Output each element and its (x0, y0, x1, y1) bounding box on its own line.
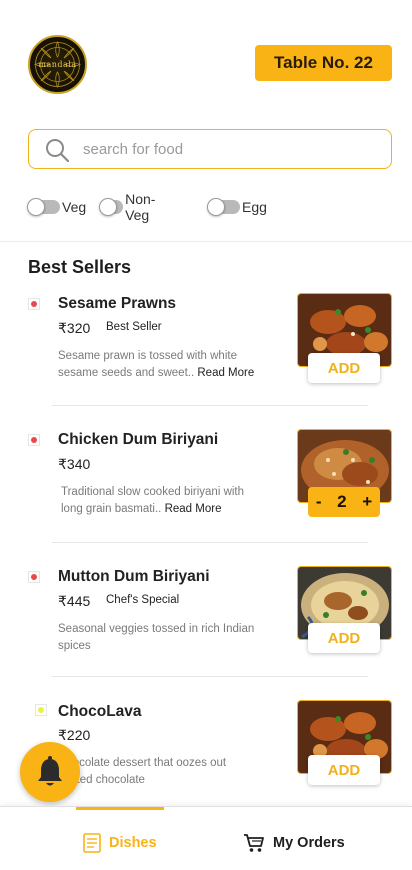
item-tag: Chef's Special (106, 594, 180, 606)
add-button[interactable]: ADD (308, 353, 380, 383)
item-price: ₹320 (58, 320, 91, 336)
section-title: Best Sellers (28, 257, 132, 277)
increment-button[interactable]: + (362, 492, 372, 512)
filter-label: Egg (242, 199, 267, 215)
active-tab-indicator (76, 807, 164, 810)
search-icon (46, 139, 69, 162)
item-name: ChocoLava (58, 703, 142, 720)
item-divider (52, 405, 368, 406)
item-divider (52, 542, 368, 543)
call-waiter-button[interactable] (20, 742, 80, 802)
tab-label: My Orders (273, 835, 345, 851)
non-veg-toggle[interactable] (99, 198, 124, 216)
cart-icon (244, 834, 264, 852)
divider (0, 241, 412, 242)
item-price: ₹340 (58, 456, 91, 472)
tab-label: Dishes (109, 835, 157, 851)
bottom-navigation: Dishes My Orders (0, 806, 412, 870)
search-input[interactable] (83, 138, 373, 160)
logo-text: mandala (38, 60, 77, 69)
menu-book-icon (83, 833, 101, 853)
item-divider (52, 676, 368, 677)
filter-non-veg[interactable]: Non-Veg (99, 191, 164, 223)
bell-icon (38, 756, 62, 786)
description-text: Chocolate dessert that oozes out melted … (58, 757, 227, 786)
non-veg-indicator (28, 434, 40, 446)
restaurant-logo: mandala (28, 35, 87, 94)
add-button[interactable]: ADD (308, 623, 380, 653)
item-description: Traditional slow cooked biriyani with lo… (61, 484, 261, 518)
item-price: ₹445 (58, 593, 91, 609)
item-price: ₹220 (58, 727, 91, 743)
item-name: Sesame Prawns (58, 295, 177, 312)
tab-dishes[interactable]: Dishes (83, 831, 157, 855)
description-text: Seasonal veggies tossed in rich Indian s… (58, 623, 255, 652)
non-veg-indicator (28, 571, 40, 583)
quantity-stepper: - 2 + (308, 487, 380, 517)
filter-egg[interactable]: Egg (207, 196, 267, 218)
filter-label: Non-Veg (125, 191, 156, 223)
add-button[interactable]: ADD (308, 755, 380, 785)
read-more-link[interactable]: Read More (197, 367, 254, 379)
tab-my-orders[interactable]: My Orders (243, 831, 345, 855)
filter-label: Veg (62, 199, 87, 215)
item-description: Sesame prawn is tossed with white sesame… (58, 348, 258, 382)
item-name: Mutton Dum Biriyani (58, 568, 210, 585)
table-number-badge: Table No. 22 (255, 45, 392, 81)
item-description: Seasonal veggies tossed in rich Indian s… (58, 621, 258, 655)
veg-toggle[interactable] (27, 198, 60, 216)
item-description: Chocolate dessert that oozes out melted … (58, 755, 258, 789)
filter-veg[interactable]: Veg (27, 196, 87, 218)
read-more-link[interactable]: Read More (165, 503, 222, 515)
header: mandala Table No. 22 (0, 0, 412, 120)
item-tag: Best Seller (106, 321, 162, 333)
non-veg-indicator (28, 298, 40, 310)
decrement-button[interactable]: - (316, 492, 322, 512)
egg-indicator (35, 704, 47, 716)
item-name: Chicken Dum Biriyani (58, 431, 219, 448)
egg-toggle[interactable] (207, 198, 240, 216)
quantity-value: 2 (337, 492, 347, 511)
search-bar[interactable] (28, 129, 392, 169)
